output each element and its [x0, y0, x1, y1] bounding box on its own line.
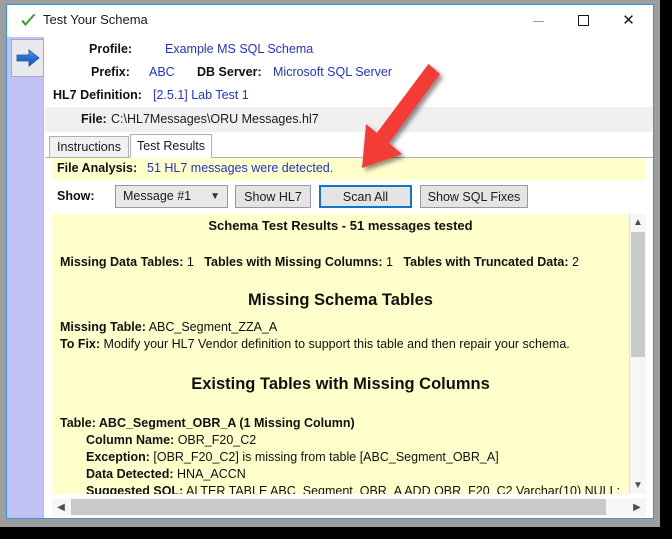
results-content[interactable]: Schema Test Results - 51 messages tested… [52, 214, 629, 494]
results-title: Schema Test Results - 51 messages tested [208, 218, 473, 233]
file-analysis-value: 51 HL7 messages were detected. [147, 161, 334, 175]
exception-value: [OBR_F20_C2] is missing from table [ABC_… [153, 450, 499, 464]
file-analysis-bar: File Analysis: 51 HL7 messages were dete… [52, 158, 645, 180]
show-hl7-button[interactable]: Show HL7 [235, 185, 311, 208]
chevron-down-icon[interactable]: ▼ [630, 477, 646, 494]
message-select[interactable]: Message #1 ▼ [115, 185, 228, 208]
existing-tables-missing-columns-heading: Existing Tables with Missing Columns [191, 375, 490, 393]
prefix-value[interactable]: ABC [149, 65, 175, 79]
message-select-value: Message #1 [123, 189, 192, 203]
suggested-sql-label: Suggested SQL: [86, 484, 184, 494]
results-vertical-scrollbar[interactable]: ▲ ▼ [629, 214, 646, 494]
close-icon: ✕ [622, 11, 635, 29]
chevron-down-icon: ▼ [210, 191, 220, 202]
profile-value[interactable]: Example MS SQL Schema [165, 42, 313, 56]
left-side-rail [7, 37, 44, 518]
column-name-row: Column Name: OBR_F20_C2 [60, 433, 629, 447]
missing-table-label: Missing Table: [60, 320, 146, 334]
close-button[interactable]: ✕ [606, 5, 651, 35]
profile-row: Profile: Example MS SQL Schema [45, 39, 653, 61]
blue-right-arrow-icon [16, 48, 40, 68]
to-fix-label: To Fix: [60, 337, 101, 351]
forward-arrow-button[interactable] [11, 39, 44, 77]
maximize-icon [578, 14, 589, 26]
vertical-scroll-thumb[interactable] [631, 232, 645, 357]
results-summary-row: Missing Data Tables: 1 Tables with Missi… [60, 255, 629, 269]
hl7-definition-label: HL7 Definition: [53, 88, 142, 102]
tab-test-results-label: Test Results [136, 139, 206, 153]
horizontal-scroll-thumb[interactable] [71, 499, 606, 515]
obr-table-line: Table: ABC_Segment_OBR_A (1 Missing Colu… [60, 416, 355, 430]
tab-instructions-label: Instructions [57, 140, 121, 154]
missing-tables-value: 1 [186, 255, 194, 269]
show-label: Show: [57, 189, 95, 203]
window-title: Test Your Schema [43, 12, 148, 27]
file-analysis-label: File Analysis: [57, 161, 138, 175]
show-sql-fixes-label: Show SQL Fixes [427, 189, 521, 204]
window-titlebar: Test Your Schema ✕ [7, 5, 653, 37]
suggested-sql-row: Suggested SQL: ALTER TABLE ABC_Segment_O… [60, 484, 629, 494]
scan-all-label: Scan All [342, 189, 389, 204]
tab-test-results[interactable]: Test Results [130, 134, 212, 158]
profile-label: Profile: [89, 42, 133, 56]
green-check-icon [20, 13, 37, 30]
exception-row: Exception: [OBR_F20_C2] is missing from … [60, 450, 629, 464]
column-name-value: OBR_F20_C2 [177, 433, 257, 447]
results-toolbar: Show: Message #1 ▼ Show HL7 Scan All Sho… [45, 180, 653, 214]
minimize-button[interactable] [516, 5, 561, 35]
missing-columns-label: Tables with Missing Columns: [204, 255, 383, 269]
show-sql-fixes-button[interactable]: Show SQL Fixes [420, 185, 528, 208]
suggested-sql-value: ALTER TABLE ABC_Segment_OBR_A ADD OBR_F2… [186, 484, 621, 494]
hl7-definition-value[interactable]: [2.5.1] Lab Test 1 [153, 88, 249, 102]
file-label: File: [81, 112, 107, 126]
truncated-value: 2 [571, 255, 579, 269]
file-row: File: C:\HL7Messages\ORU Messages.hl7 [45, 107, 653, 132]
chevron-right-icon[interactable]: ▶ [628, 498, 646, 516]
minimize-icon [533, 20, 544, 22]
test-your-schema-window: Test Your Schema ✕ Profile: Example MS S… [6, 4, 654, 519]
data-detected-label: Data Detected: [86, 467, 174, 481]
prefix-label: Prefix: [91, 65, 130, 79]
tab-strip: Instructions Test Results [45, 134, 653, 158]
data-detected-value: HNA_ACCN [177, 467, 246, 481]
data-detected-row: Data Detected: HNA_ACCN [60, 467, 629, 481]
tab-instructions[interactable]: Instructions [49, 136, 129, 158]
results-area: Schema Test Results - 51 messages tested… [45, 214, 653, 518]
header-info-panel: Profile: Example MS SQL Schema Prefix: A… [45, 37, 653, 134]
chevron-up-icon[interactable]: ▲ [630, 214, 646, 231]
maximize-button[interactable] [561, 5, 606, 35]
missing-tables-label: Missing Data Tables: [60, 255, 184, 269]
missing-table-row: Missing Table: ABC_Segment_ZZA_A [60, 320, 629, 334]
missing-schema-tables-heading: Missing Schema Tables [248, 291, 433, 309]
exception-label: Exception: [86, 450, 150, 464]
chevron-left-icon[interactable]: ◀ [52, 498, 70, 516]
db-server-value[interactable]: Microsoft SQL Server [273, 65, 392, 79]
show-hl7-label: Show HL7 [244, 189, 302, 204]
hl7-definition-row: HL7 Definition: [2.5.1] Lab Test 1 [45, 85, 653, 107]
to-fix-value: Modify your HL7 Vendor definition to sup… [103, 337, 570, 351]
results-horizontal-scrollbar[interactable]: ◀ ▶ [52, 498, 646, 516]
scan-all-button[interactable]: Scan All [319, 185, 412, 208]
file-value: C:\HL7Messages\ORU Messages.hl7 [111, 112, 319, 126]
to-fix-row: To Fix: Modify your HL7 Vendor definitio… [60, 337, 629, 351]
prefix-row: Prefix: ABC DB Server: Microsoft SQL Ser… [45, 62, 653, 84]
screenshot-root: Test Your Schema ✕ Profile: Example MS S… [0, 0, 672, 539]
db-server-label: DB Server: [197, 65, 262, 79]
column-name-label: Column Name: [86, 433, 175, 447]
missing-columns-value: 1 [386, 255, 393, 269]
truncated-label: Tables with Truncated Data: [403, 255, 569, 269]
missing-table-value: ABC_Segment_ZZA_A [148, 320, 278, 334]
